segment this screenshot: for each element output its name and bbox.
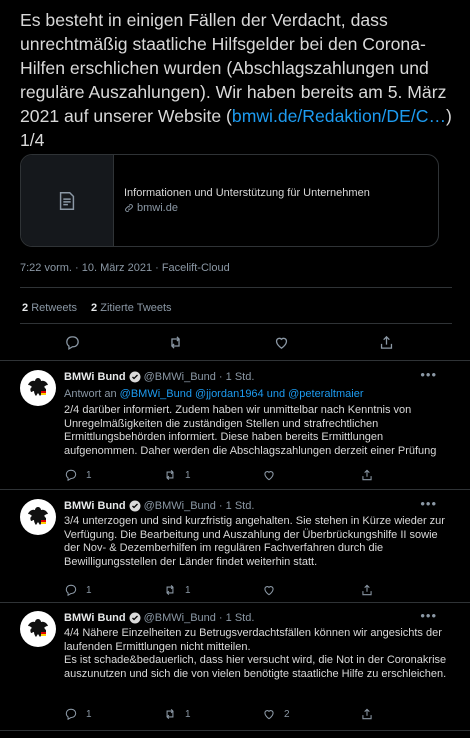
- reply-actions: 1 1: [0, 583, 470, 597]
- reply-header: BMWi Bund @BMWi_Bund · 1 Std.: [64, 499, 254, 513]
- avatar[interactable]: [20, 370, 56, 406]
- reply-icon: [64, 707, 78, 721]
- avatar[interactable]: [20, 499, 56, 535]
- author-handle[interactable]: @BMWi_Bund: [144, 370, 216, 384]
- like-button[interactable]: [262, 468, 284, 482]
- retweet-button[interactable]: 1: [163, 583, 191, 597]
- retweet-count: 1: [185, 469, 191, 481]
- divider: [20, 287, 452, 288]
- main-tweet-actions: [0, 334, 470, 352]
- more-options-icon[interactable]: •••: [420, 609, 437, 622]
- author-name[interactable]: BMWi Bund: [64, 499, 126, 513]
- verified-badge-icon: [129, 371, 141, 383]
- retweet-icon: [163, 707, 177, 721]
- reply-time[interactable]: · 1 Std.: [219, 611, 254, 625]
- tweet-timestamp[interactable]: 7:22 vorm. · 10. März 2021 · Facelift-Cl…: [20, 262, 230, 274]
- document-icon: [56, 190, 78, 212]
- like-icon: [262, 583, 276, 597]
- reply-text: 3/4 unterzogen und sind kurzfristig ange…: [64, 515, 445, 569]
- card-domain: bmwi.de: [124, 201, 370, 216]
- reply-actions: 1 1: [0, 468, 470, 482]
- reply-time[interactable]: · 1 Std.: [219, 370, 254, 384]
- like-count: 2: [284, 708, 290, 720]
- thread-divider: [0, 730, 470, 731]
- reply-text: 2/4 darüber informiert. Zudem haben wir …: [64, 404, 437, 458]
- reply-icon: [64, 583, 78, 597]
- card-title: Informationen und Unterstützung für Unte…: [124, 186, 370, 199]
- more-options-icon[interactable]: •••: [420, 497, 437, 510]
- link-icon: [124, 203, 134, 213]
- eagle-logo-icon: [24, 503, 52, 531]
- share-icon: [360, 468, 374, 482]
- reply-button[interactable]: 1: [64, 468, 92, 482]
- like-icon[interactable]: [273, 334, 290, 351]
- reply-to-mentions[interactable]: @BMWi_Bund @jjordan1964 und @peteraltmai…: [120, 388, 364, 400]
- main-tweet-text: Es besteht in einigen Fällen der Verdach…: [20, 8, 452, 152]
- eagle-logo-icon: [24, 615, 52, 643]
- retweet-icon: [163, 468, 177, 482]
- card-domain-text: bmwi.de: [137, 201, 178, 214]
- author-handle[interactable]: @BMWi_Bund: [144, 499, 216, 513]
- retweet-count: 1: [185, 584, 191, 596]
- reply-actions: 1 1 2: [0, 707, 470, 721]
- quotes-count: 2: [91, 302, 98, 314]
- retweets-count: 2: [22, 302, 29, 314]
- retweet-button[interactable]: 1: [163, 707, 191, 721]
- reply-count: 1: [86, 584, 92, 596]
- reply-button[interactable]: 1: [64, 707, 92, 721]
- reply-count: 1: [86, 708, 92, 720]
- thread-divider: [0, 360, 470, 361]
- like-button[interactable]: 2: [262, 707, 290, 721]
- reply-header: BMWi Bund @BMWi_Bund · 1 Std.: [64, 611, 254, 625]
- retweets-stat[interactable]: 2 Retweets: [22, 302, 77, 314]
- reply-button[interactable]: 1: [64, 583, 92, 597]
- verified-badge-icon: [129, 612, 141, 624]
- reply-header: BMWi Bund @BMWi_Bund · 1 Std.: [64, 370, 254, 384]
- share-button[interactable]: [360, 707, 374, 721]
- reply-icon[interactable]: [64, 334, 81, 351]
- author-handle[interactable]: @BMWi_Bund: [144, 611, 216, 625]
- retweet-button[interactable]: 1: [163, 468, 191, 482]
- retweet-count: 1: [185, 708, 191, 720]
- reply-to-line: Antwort an @BMWi_Bund @jjordan1964 und @…: [64, 387, 364, 401]
- thread-divider: [0, 602, 470, 603]
- divider: [20, 323, 452, 324]
- thread-divider: [0, 489, 470, 490]
- share-icon: [360, 583, 374, 597]
- share-button[interactable]: [360, 468, 374, 482]
- card-thumbnail: [21, 155, 114, 246]
- reply-text: 4/4 Nähere Einzelheiten zu Betrugsverdac…: [64, 627, 447, 681]
- share-icon[interactable]: [378, 334, 395, 351]
- tweet-stats: 2 Retweets 2 Zitierte Tweets: [22, 302, 172, 314]
- retweet-icon[interactable]: [167, 334, 184, 351]
- reply-time[interactable]: · 1 Std.: [219, 499, 254, 513]
- quotes-label: Zitierte Tweets: [100, 302, 172, 314]
- author-name[interactable]: BMWi Bund: [64, 611, 126, 625]
- eagle-logo-icon: [24, 374, 52, 402]
- like-icon: [262, 707, 276, 721]
- author-name[interactable]: BMWi Bund: [64, 370, 126, 384]
- avatar[interactable]: [20, 611, 56, 647]
- tweet-link[interactable]: bmwi.de/Redaktion/DE/C…: [232, 106, 446, 126]
- reply-to-prefix: Antwort an: [64, 388, 117, 400]
- quotes-stat[interactable]: 2 Zitierte Tweets: [91, 302, 172, 314]
- retweet-icon: [163, 583, 177, 597]
- share-icon: [360, 707, 374, 721]
- more-options-icon[interactable]: •••: [420, 368, 437, 381]
- like-button[interactable]: [262, 583, 284, 597]
- link-card[interactable]: Informationen und Unterstützung für Unte…: [20, 154, 439, 247]
- card-body: Informationen und Unterstützung für Unte…: [114, 155, 380, 246]
- reply-icon: [64, 468, 78, 482]
- like-icon: [262, 468, 276, 482]
- share-button[interactable]: [360, 583, 374, 597]
- verified-badge-icon: [129, 500, 141, 512]
- retweets-label: Retweets: [31, 302, 78, 314]
- reply-count: 1: [86, 469, 92, 481]
